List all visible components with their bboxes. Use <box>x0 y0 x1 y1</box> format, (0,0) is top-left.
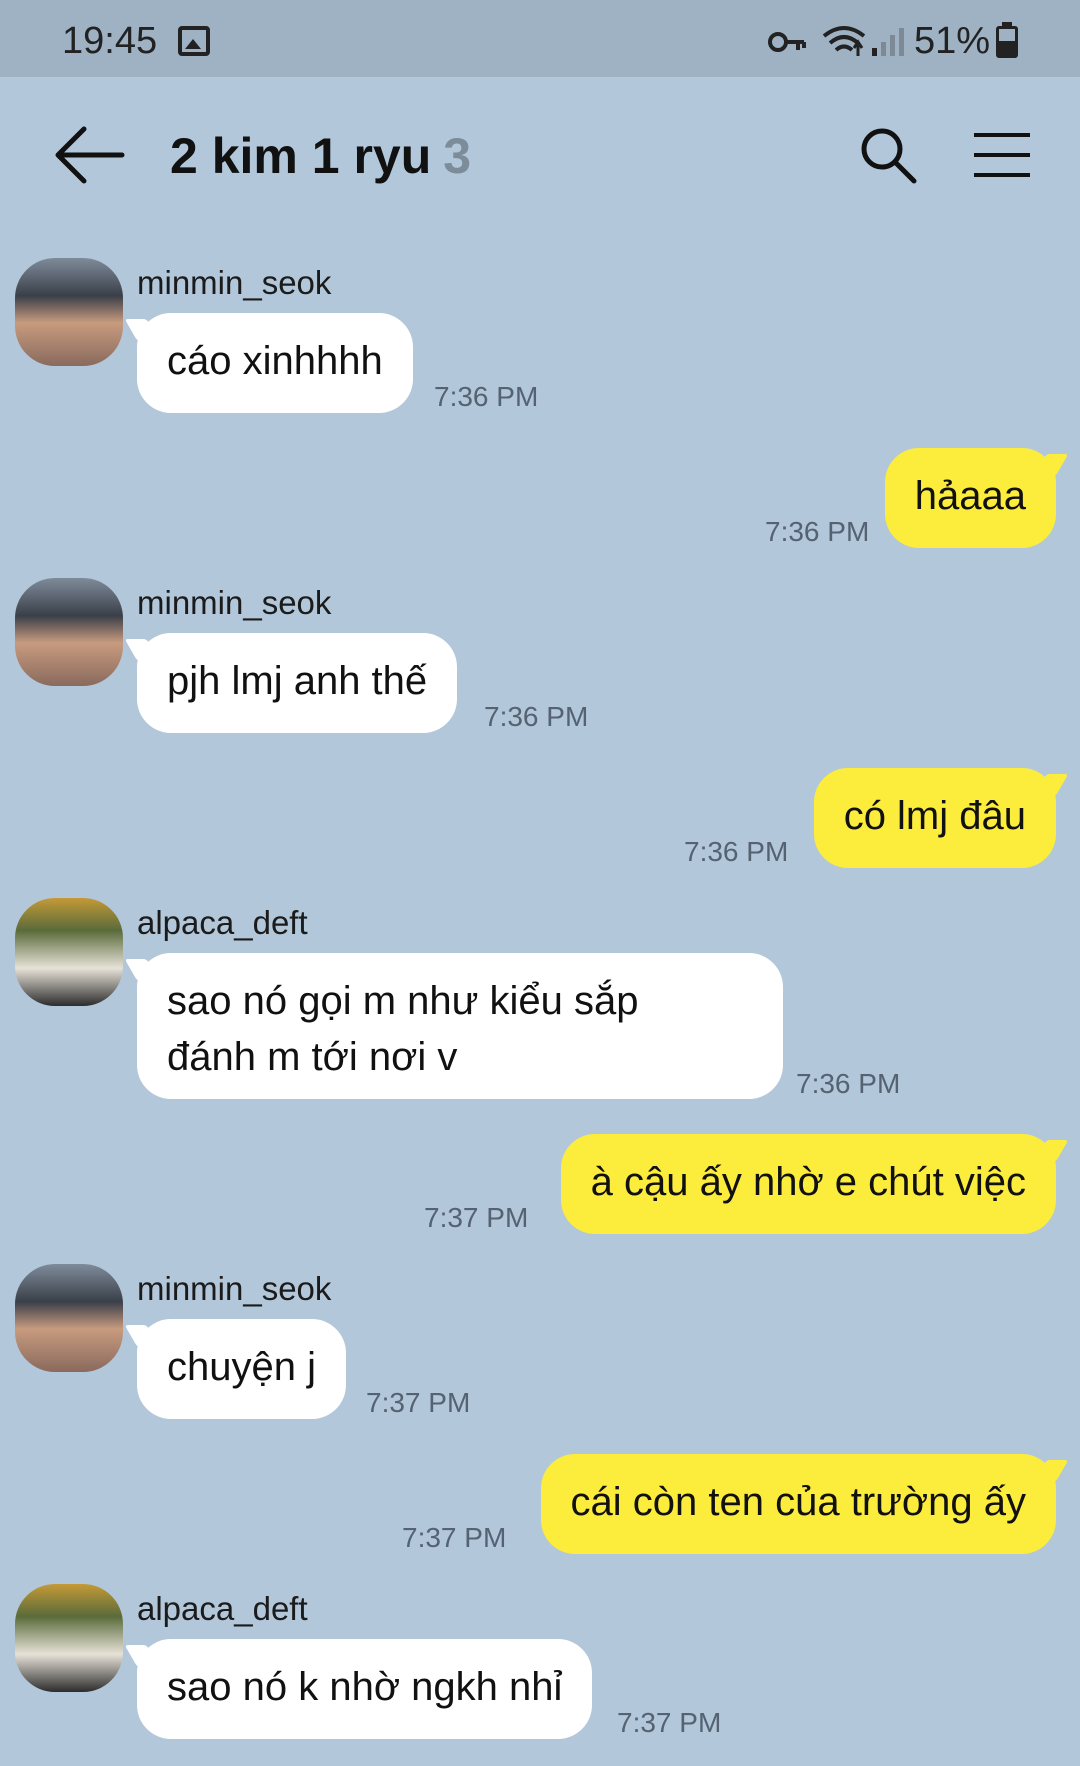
sender-name: minmin_seok <box>137 584 332 621</box>
message-time: 7:36 PM <box>484 701 589 732</box>
avatar[interactable] <box>15 578 123 686</box>
gallery-icon <box>178 26 210 56</box>
chat-title[interactable]: 2 kim 1 ryu 3 <box>170 127 471 185</box>
message-bubble[interactable]: chuyện j <box>137 1319 346 1419</box>
message-time: 7:36 PM <box>765 516 870 547</box>
member-count: 3 <box>443 128 472 184</box>
battery-empty-part <box>999 29 1015 41</box>
message-bubble[interactable]: pjh lmj anh thế <box>137 633 458 733</box>
sender-name: minmin_seok <box>137 264 332 301</box>
message-time: 7:37 PM <box>402 1522 507 1553</box>
avatar[interactable] <box>15 1584 123 1692</box>
message-text: hảaaa <box>914 474 1026 518</box>
message-text: pjh lmj anh thế <box>167 659 428 703</box>
avatar[interactable] <box>15 1264 123 1372</box>
message-bubble[interactable]: à cậu ấy nhờ e chút việc <box>560 1134 1056 1234</box>
message-text: cáo xinhhhh <box>167 339 383 383</box>
message-bubble[interactable]: có lmj đâu <box>813 768 1056 868</box>
sender-name: alpaca_deft <box>137 1590 308 1627</box>
sender-name: alpaca_deft <box>137 904 308 941</box>
signal-icon <box>872 28 904 56</box>
chat-header: 2 kim 1 ryu 3 <box>0 77 1080 232</box>
message-bubble[interactable]: cái còn ten của trường ấy <box>540 1454 1056 1554</box>
message-time: 7:37 PM <box>617 1707 722 1738</box>
message-bubble[interactable]: hảaaa <box>884 448 1056 548</box>
menu-icon[interactable] <box>972 131 1032 179</box>
message-text: à cậu ấy nhờ e chút việc <box>590 1160 1026 1204</box>
back-arrow-icon[interactable] <box>50 123 130 187</box>
message-text-line: sao nó gọi m như kiểu sắp <box>167 979 639 1023</box>
message-time: 7:36 PM <box>796 1068 901 1099</box>
sender-name: minmin_seok <box>137 1270 332 1307</box>
message-bubble[interactable]: cáo xinhhhh <box>137 313 413 413</box>
message-text: chuyện j <box>167 1345 316 1389</box>
message-text: cái còn ten của trường ấy <box>570 1480 1026 1524</box>
message-text: có lmj đâu <box>843 794 1026 838</box>
avatar[interactable] <box>15 258 123 366</box>
message-time: 7:37 PM <box>424 1202 529 1233</box>
status-time: 19:45 <box>62 20 158 62</box>
avatar[interactable] <box>15 898 123 1006</box>
message-time: 7:36 PM <box>434 381 539 412</box>
message-text-line: đánh m tới nơi v <box>167 1035 458 1079</box>
message-text: sao nó k nhờ ngkh nhỉ <box>167 1665 563 1709</box>
message-bubble[interactable]: sao nó gọi m như kiểu sắp đánh m tới nơi… <box>137 953 783 1099</box>
message-bubble[interactable]: sao nó k nhờ ngkh nhỉ <box>137 1639 593 1739</box>
message-time: 7:37 PM <box>366 1387 471 1418</box>
chat-name: 2 kim 1 ryu <box>170 128 432 184</box>
search-icon[interactable] <box>858 125 918 185</box>
vpn-key-icon <box>768 32 806 52</box>
status-bar: 19:45 51% <box>0 0 1080 77</box>
message-time: 7:36 PM <box>684 836 789 867</box>
wifi-icon <box>822 26 866 56</box>
battery-percent: 51% <box>914 20 991 62</box>
